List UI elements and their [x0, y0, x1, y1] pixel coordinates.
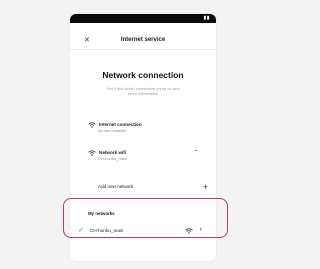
internet-connection-status: No sim installed: [98, 128, 127, 133]
internet-connection-section: Internet connection No sim installed: [88, 122, 206, 134]
screenshot-canvas: ▮▮ ✕ Internet service Network connection…: [0, 0, 268, 269]
chevron-up-icon[interactable]: ⌃: [193, 150, 198, 156]
page-title: Network connection: [102, 70, 184, 80]
app-header: ✕ Internet service: [70, 23, 216, 50]
header-title: Internet service: [120, 37, 166, 43]
add-network-button[interactable]: Add new network +: [88, 183, 208, 192]
add-network-label: Add new network: [98, 184, 134, 189]
status-icons: ▮▮: [203, 15, 210, 21]
wifi-icon: [88, 122, 96, 128]
highlight-box: [63, 198, 228, 238]
page-subtitle: You'll find which connection youre on an…: [106, 86, 180, 96]
plus-icon[interactable]: +: [203, 183, 208, 192]
status-bar: ▮▮: [70, 14, 216, 23]
wifi-icon: [88, 150, 96, 156]
network-wifi-section[interactable]: Network wifi ⌃ CH-honbu_main: [88, 150, 206, 162]
current-network-name: CH-honbu_main: [98, 156, 128, 161]
